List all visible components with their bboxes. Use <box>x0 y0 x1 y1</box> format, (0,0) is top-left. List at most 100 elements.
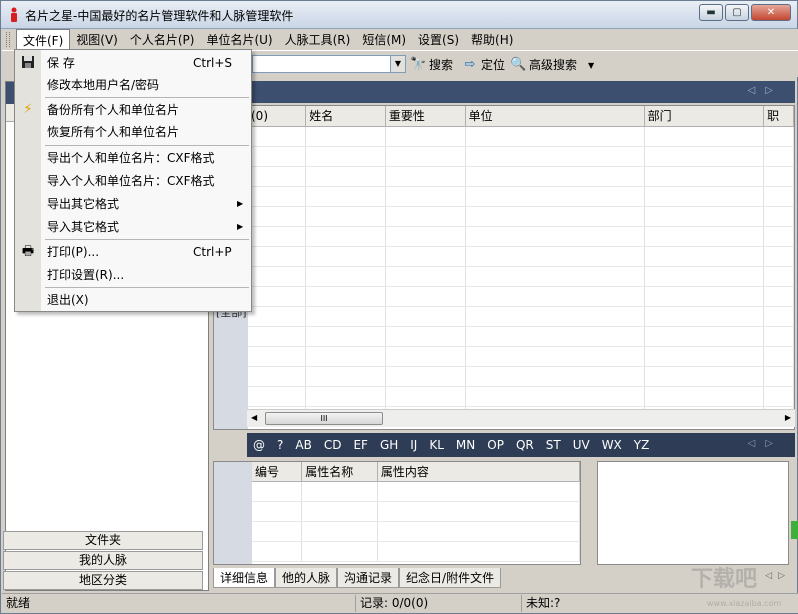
menu-settings[interactable]: 设置(S) <box>412 29 465 50</box>
table-row[interactable] <box>248 266 794 287</box>
table-row[interactable] <box>248 326 794 347</box>
tab-his-network[interactable]: 他的人脉 <box>275 568 338 588</box>
menu-item-change-password[interactable]: 修改本地用户名/密码 <box>15 74 251 96</box>
col-count[interactable]: (0) <box>248 106 307 127</box>
menu-sms[interactable]: 短信(M) <box>356 29 412 50</box>
alphabet-filter[interactable]: MN <box>456 438 475 452</box>
col-attribute-value[interactable]: 属性内容 <box>377 462 580 482</box>
col-title[interactable]: 职 <box>763 106 794 127</box>
alphabet-filter[interactable]: OP <box>487 438 504 452</box>
chevron-down-icon[interactable]: ▼ <box>390 56 405 72</box>
menu-item-print[interactable]: 🖶 打印(P)... Ctrl+P <box>15 241 251 263</box>
alphabet-filter[interactable]: ? <box>277 438 283 452</box>
menu-personal-card[interactable]: 个人名片(P) <box>124 29 201 50</box>
menu-item-print-setup[interactable]: 打印设置(R)... <box>15 264 251 286</box>
table-row[interactable] <box>248 306 794 327</box>
alphabet-filter[interactable]: WX <box>602 438 622 452</box>
card-grid[interactable]: [全部] (0) 姓名 重要性 单位 部门 职 <box>213 105 795 430</box>
menu-item-backup[interactable]: ⚡ 备份所有个人和单位名片 <box>15 99 251 121</box>
detail-grid: 编号 属性名称 属性内容 <box>252 462 580 562</box>
menu-help[interactable]: 帮助(H) <box>465 29 519 50</box>
advanced-search-button[interactable]: 🔍 高级搜索 <box>510 56 577 73</box>
menu-file[interactable]: 文件(F) <box>16 28 71 51</box>
alphabet-filter[interactable]: GH <box>380 438 398 452</box>
col-id[interactable]: 编号 <box>252 462 303 482</box>
menu-item-export-cxf[interactable]: 导出个人和单位名片：CXF格式 <box>15 147 251 169</box>
menu-item-export-other-label: 导出其它格式 <box>47 197 120 211</box>
table-row[interactable] <box>252 521 580 542</box>
table-row[interactable] <box>248 226 794 247</box>
table-row[interactable] <box>248 346 794 367</box>
tab-nav-arrows-icon[interactable]: ◁▷ <box>765 571 791 581</box>
table-row[interactable] <box>248 206 794 227</box>
menu-item-import-other[interactable]: 导入其它格式 ▶ <box>15 216 251 238</box>
table-row[interactable] <box>248 366 794 387</box>
menu-item-exit-label: 退出(X) <box>47 293 89 307</box>
menu-network-tools[interactable]: 人脉工具(R) <box>279 29 357 50</box>
menu-view[interactable]: 视图(V) <box>70 29 124 50</box>
alphabet-filter[interactable]: YZ <box>634 438 650 452</box>
detail-table[interactable]: 编号 属性名称 属性内容 <box>213 461 581 565</box>
table-row[interactable] <box>248 126 794 147</box>
col-department[interactable]: 部门 <box>644 106 765 127</box>
menu-separator <box>45 287 249 288</box>
alphabet-filter[interactable]: ST <box>546 438 561 452</box>
menu-item-import-other-label: 导入其它格式 <box>47 220 120 234</box>
submenu-arrow-icon: ▶ <box>237 222 244 231</box>
table-row[interactable] <box>248 146 794 167</box>
menubar-grip[interactable] <box>6 32 10 47</box>
alphabet-nav-arrows-icon[interactable]: ◁▷ <box>748 438 783 449</box>
table-row[interactable] <box>248 166 794 187</box>
table-row[interactable] <box>252 541 580 562</box>
table-row[interactable] <box>252 481 580 502</box>
tab-anniversary-attachments[interactable]: 纪念日/附件文件 <box>399 568 502 588</box>
search-button[interactable]: 🔭 搜索 <box>410 56 453 73</box>
alphabet-filter[interactable]: AB <box>295 438 311 452</box>
table-row[interactable] <box>252 501 580 522</box>
table-row[interactable] <box>248 246 794 267</box>
alphabet-filter[interactable]: KL <box>429 438 444 452</box>
alphabet-filter[interactable]: EF <box>353 438 367 452</box>
alphabet-filter[interactable]: QR <box>516 438 534 452</box>
menu-item-import-cxf[interactable]: 导入个人和单位名片：CXF格式 <box>15 170 251 192</box>
search-combo[interactable]: ▼ <box>252 55 406 73</box>
scroll-right-icon[interactable]: ▶ <box>785 413 791 422</box>
col-name[interactable]: 姓名 <box>305 106 386 127</box>
tab-region[interactable]: 地区分类 <box>3 571 203 590</box>
tab-folders[interactable]: 文件夹 <box>3 531 203 550</box>
grid-table: (0) 姓名 重要性 单位 部门 职 <box>248 106 794 427</box>
toolbar-overflow-icon[interactable]: ▼ <box>588 61 594 70</box>
scroll-left-icon[interactable]: ◀ <box>251 413 257 422</box>
alphabet-filter[interactable]: UV <box>573 438 590 452</box>
title-bar: 名片之星-中国最好的名片管理软件和人脉管理软件 ▬ ▢ ✕ <box>1 1 797 29</box>
header-nav-arrows-icon[interactable]: ◁▷ <box>748 85 783 96</box>
menu-item-print-setup-label: 打印设置(R)... <box>47 268 125 282</box>
side-marker[interactable] <box>791 521 798 539</box>
menu-item-restore[interactable]: 恢复所有个人和单位名片 <box>15 121 251 143</box>
minimize-button[interactable]: ▬ <box>699 4 723 21</box>
alphabet-filter[interactable]: IJ <box>410 438 417 452</box>
maximize-button[interactable]: ▢ <box>725 4 749 21</box>
locate-button[interactable]: ⇨ 定位 <box>462 56 505 73</box>
tab-my-network[interactable]: 我的人脉 <box>3 551 203 570</box>
menu-item-exit[interactable]: 退出(X) <box>15 289 251 311</box>
menu-item-save-label: 保 存 <box>47 56 75 70</box>
col-importance[interactable]: 重要性 <box>385 106 466 127</box>
tab-communications[interactable]: 沟通记录 <box>337 568 400 588</box>
menu-company-card[interactable]: 单位名片(U) <box>200 29 278 50</box>
horizontal-scrollbar[interactable]: ◀ III ▶ <box>247 409 795 427</box>
scrollbar-thumb[interactable]: III <box>265 412 383 425</box>
table-row[interactable] <box>248 186 794 207</box>
alphabet-filter[interactable]: CD <box>324 438 342 452</box>
close-button[interactable]: ✕ <box>751 4 791 21</box>
detail-row-header <box>214 462 252 564</box>
col-company[interactable]: 单位 <box>465 106 645 127</box>
alphabet-filter[interactable]: @ <box>253 438 265 452</box>
table-row[interactable] <box>248 286 794 307</box>
table-row[interactable] <box>248 386 794 407</box>
tab-details[interactable]: 详细信息 <box>213 568 276 588</box>
col-attribute-name[interactable]: 属性名称 <box>301 462 378 482</box>
menu-item-save[interactable]: 保 存 Ctrl+S <box>15 52 251 74</box>
window-title: 名片之星-中国最好的名片管理软件和人脉管理软件 <box>25 9 294 23</box>
menu-item-export-other[interactable]: 导出其它格式 ▶ <box>15 193 251 215</box>
